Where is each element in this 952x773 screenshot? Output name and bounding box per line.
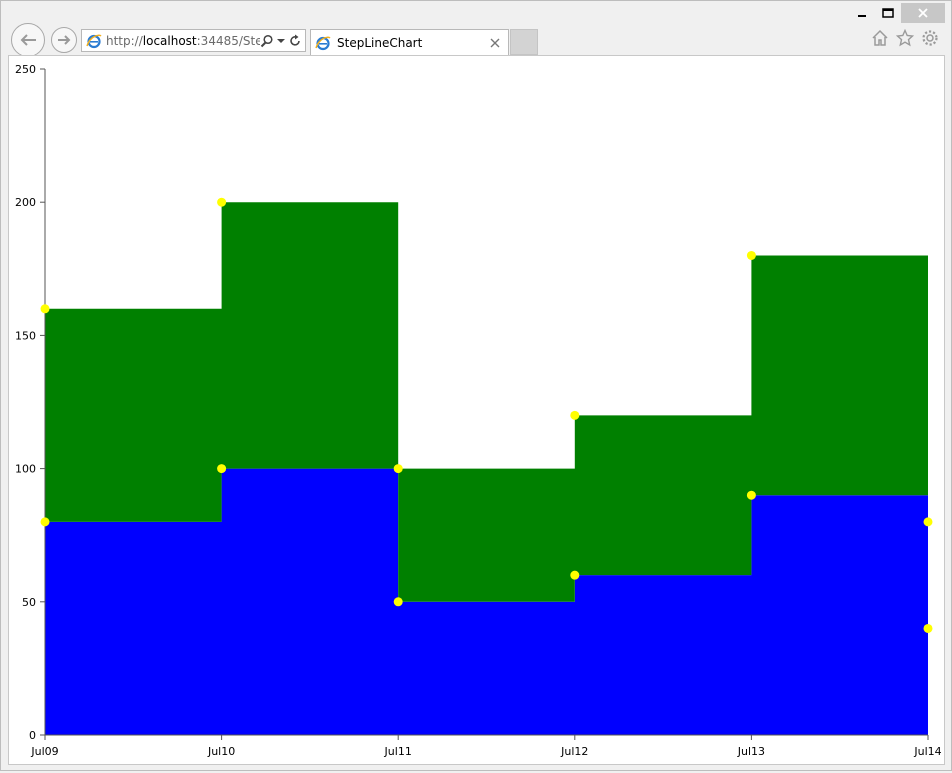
series-1-point-Jul09 (40, 517, 50, 527)
series-2-point-Jul14 (923, 517, 933, 527)
x-tick-label-Jul14: Jul14 (913, 745, 941, 758)
x-tick-label-Jul10: Jul10 (207, 745, 235, 758)
series-1-point-Jul11 (393, 597, 403, 607)
y-tick-label-50: 50 (22, 596, 36, 609)
x-tick-label-Jul11: Jul11 (384, 745, 412, 758)
series-2-point-Jul09 (40, 304, 50, 314)
x-tick-label-Jul09: Jul09 (30, 745, 58, 758)
y-tick-label-200: 200 (15, 196, 36, 209)
series-1-point-Jul10 (217, 464, 227, 474)
x-tick-label-Jul12: Jul12 (560, 745, 588, 758)
step-area-chart: 0 50 100 150 200 250 Jul09 Jul10 Jul11 Jul12 Jul13… (15, 63, 942, 758)
y-tick-label-150: 150 (15, 329, 36, 342)
x-tick-label-Jul13: Jul13 (737, 745, 765, 758)
series-2-point-Jul12 (570, 410, 580, 420)
y-tick-label-100: 100 (15, 463, 36, 476)
series-1-point-Jul14 (923, 623, 933, 633)
series-2-point-Jul13 (746, 250, 756, 260)
series-2-point-Jul10 (217, 197, 227, 207)
series-1-point-Jul12 (570, 570, 580, 580)
browser-window: http://localhost:34485/StepL StepLineCha… (0, 0, 952, 771)
series-1-point-Jul13 (746, 490, 756, 500)
y-tick-label-0: 0 (29, 729, 36, 742)
y-tick-label-250: 250 (15, 63, 36, 76)
series-2-point-Jul11 (393, 464, 403, 474)
page-content: 0 50 100 150 200 250 Jul09 Jul10 Jul11 Jul12 Jul13… (8, 55, 945, 765)
